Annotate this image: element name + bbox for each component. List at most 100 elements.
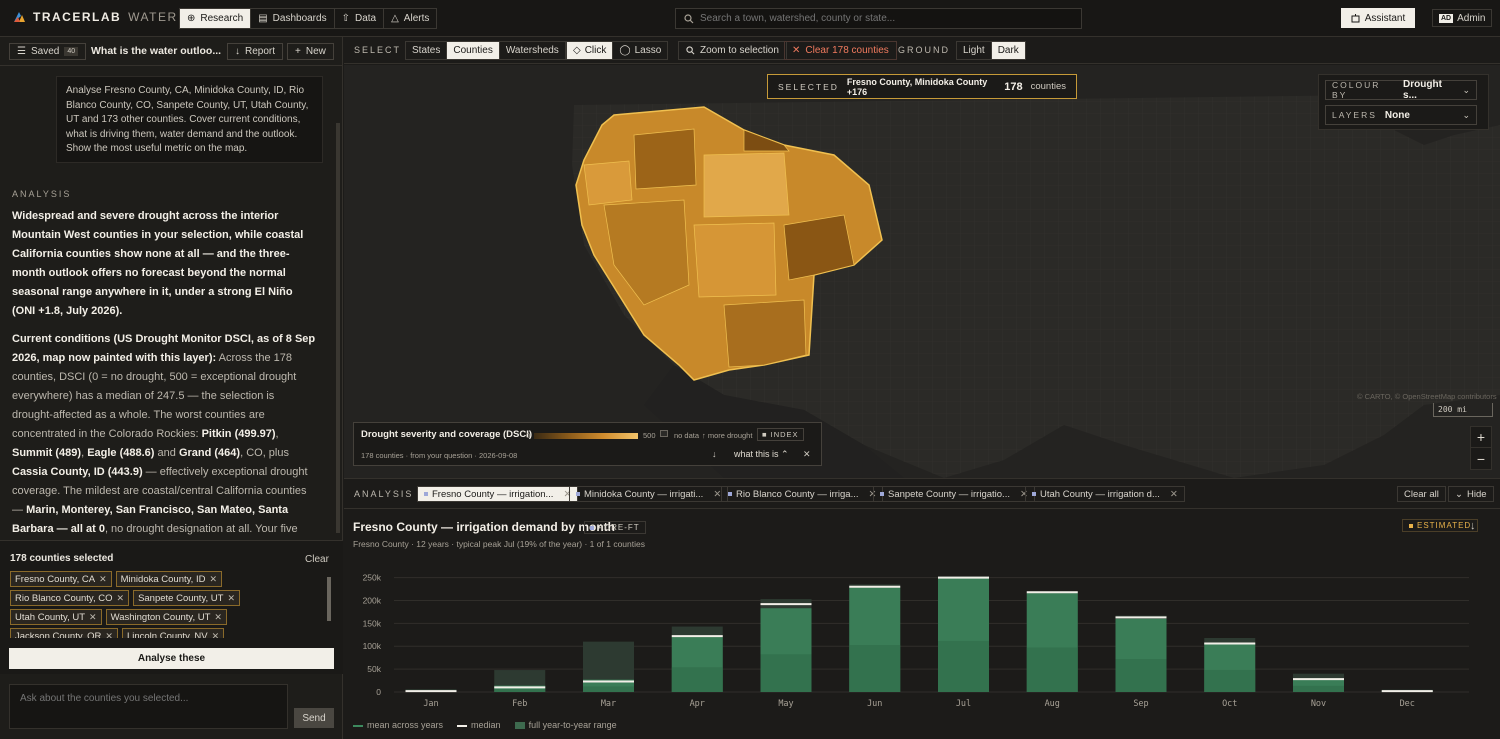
chip-label: Minidoka County, ID	[120, 573, 206, 585]
zoom-label: Zoom to selection	[700, 45, 779, 56]
county-chip[interactable]: Lincoln County, NV ✕	[121, 628, 225, 639]
clear-all-label: Clear all	[1404, 488, 1439, 500]
admin-label: Admin	[1457, 12, 1486, 24]
conversation-title[interactable]: What is the water outloo...	[91, 45, 221, 57]
chevron-down-icon: ⌄	[1455, 488, 1463, 500]
panel-scrollbar[interactable]	[336, 123, 340, 533]
nav-tab-alerts[interactable]: △ Alerts	[384, 9, 436, 28]
estimated-dot	[1409, 523, 1413, 528]
colour-by-select[interactable]: COLOUR BY Drought s... ⌄	[1325, 79, 1477, 101]
hide-button[interactable]: ⌄ Hide	[1448, 486, 1494, 502]
analysis-tab[interactable]: Utah County — irrigation d... ✕	[1025, 486, 1185, 502]
mean-bar-lower	[849, 645, 901, 692]
click-tool-button[interactable]: ◇ Click	[567, 42, 614, 59]
legend-more: ↑ more drought	[702, 431, 753, 440]
legend-index: ■ INDEX	[757, 428, 804, 441]
new-button[interactable]: + New	[287, 43, 334, 60]
saved-button[interactable]: ☰ Saved 40	[9, 43, 87, 60]
research-panel: ☰ Saved 40 What is the water outloo... ↓…	[0, 37, 343, 739]
remove-chip-icon[interactable]: ✕	[117, 593, 125, 604]
nodata-swatch	[660, 430, 668, 437]
assistant-button[interactable]: Assistant	[1341, 8, 1415, 28]
layers-select[interactable]: LAYERS None ⌄	[1325, 105, 1477, 125]
analyse-button[interactable]: Analyse these	[9, 648, 334, 669]
remove-chip-icon[interactable]: ✕	[209, 574, 217, 585]
brand-logo[interactable]: TRACERLAB WATER	[12, 10, 178, 24]
mean-bar-lower	[1115, 659, 1167, 692]
lasso-icon: ◯	[619, 45, 631, 56]
what-this-is-toggle[interactable]: what this is ⌃	[734, 449, 789, 460]
nav-tab-research[interactable]: ⊕ Research	[180, 9, 252, 28]
remove-chip-icon[interactable]: ✕	[99, 574, 107, 585]
layers-label: LAYERS	[1332, 110, 1377, 120]
estimated-badge: ESTIMATED	[1402, 519, 1479, 532]
county-chip[interactable]: Fresno County, CA ✕	[10, 571, 112, 587]
analysis-bar-label: ANALYSIS	[354, 489, 414, 499]
remove-chip-icon[interactable]: ✕	[89, 612, 97, 623]
legend-ramp	[534, 433, 638, 439]
analysis-tab[interactable]: Minidoka County — irrigati... ✕	[569, 486, 729, 502]
x-tick-label: May	[778, 699, 793, 709]
y-tick-label: 200k	[363, 595, 382, 605]
remove-chip-icon[interactable]: ✕	[212, 631, 220, 639]
select-mode-watersheds[interactable]: Watersheds	[500, 42, 565, 59]
analysis-tab-label: Sanpete County — irrigatio...	[888, 488, 1010, 500]
county-chip[interactable]: Sanpete County, UT ✕	[133, 590, 240, 606]
selected-number: 178	[1004, 80, 1023, 93]
county-chip[interactable]: Jackson County, OR ✕	[10, 628, 118, 638]
county-chip[interactable]: Rio Blanco County, CO ✕	[10, 590, 130, 606]
county-chip[interactable]: Minidoka County, ID ✕	[115, 571, 223, 587]
remove-chip-icon[interactable]: ✕	[227, 593, 235, 604]
mean-bar-lower	[938, 640, 989, 692]
clear-all-button[interactable]: Clear all	[1397, 486, 1446, 502]
legend-mean: mean across years	[353, 720, 443, 730]
zoom-out-button[interactable]: −	[1471, 448, 1491, 469]
remove-chip-icon[interactable]: ✕	[214, 612, 222, 623]
select-mode-states[interactable]: States	[406, 42, 448, 59]
zoom-in-button[interactable]: +	[1471, 427, 1491, 448]
map-attribution[interactable]: © CARTO, © OpenStreetMap contributors	[1357, 392, 1497, 401]
nav-tab-data[interactable]: ⇧ Data	[335, 9, 385, 28]
chart-legend: mean across years median full year-to-ye…	[353, 720, 617, 730]
chips-scrollbar[interactable]	[327, 577, 331, 621]
county-chip[interactable]: Washington County, UT ✕	[105, 609, 227, 625]
ground-option-dark[interactable]: Dark	[991, 42, 1025, 59]
close-tab-icon[interactable]: ✕	[1170, 489, 1178, 500]
remove-chip-icon[interactable]: ✕	[105, 631, 113, 639]
search-input[interactable]	[700, 13, 1060, 24]
legend-subtitle: 178 counties · from your question · 2026…	[361, 451, 518, 460]
ground-option-light[interactable]: Light	[957, 42, 992, 59]
close-icon[interactable]: ✕	[803, 449, 811, 460]
analysis-tab[interactable]: Rio Blanco County — irriga... ✕	[721, 486, 884, 502]
map-view[interactable]: SELECTED Fresno County, Minidoka County …	[344, 65, 1500, 478]
cursor-icon: ◇	[573, 45, 581, 56]
nav-tab-dashboards[interactable]: ▤ Dashboards	[251, 9, 335, 28]
analysis-tab[interactable]: Sanpete County — irrigatio... ✕	[873, 486, 1035, 502]
ask-input[interactable]	[9, 684, 288, 729]
arrow-down-icon[interactable]: ↓	[712, 449, 717, 459]
county-chip[interactable]: Utah County, UT ✕	[10, 609, 102, 625]
report-button[interactable]: ↓ Report	[227, 43, 284, 60]
clear-counties-button[interactable]: ✕ Clear 178 counties	[784, 41, 897, 60]
map-toolbar: SELECT States Counties Watersheds ◇ Click ◯…	[344, 37, 1500, 64]
select-label: SELECT	[354, 45, 402, 55]
plus-icon: +	[295, 46, 301, 57]
x-tick-label: Jun	[867, 699, 882, 709]
download-icon[interactable]: ↓	[1470, 520, 1476, 532]
zoom-to-selection-button[interactable]: Zoom to selection	[678, 41, 787, 60]
send-button[interactable]: Send	[294, 708, 334, 728]
location-search[interactable]	[675, 8, 1082, 29]
x-tick-label: Jul	[956, 699, 971, 709]
y-tick-label: 0	[376, 687, 381, 697]
saved-label: Saved	[30, 46, 60, 57]
clear-selection-button[interactable]: Clear	[305, 554, 329, 565]
admin-button[interactable]: AD Admin	[1432, 9, 1493, 27]
legend-median: median	[457, 720, 501, 730]
select-mode-counties[interactable]: Counties	[447, 42, 500, 59]
x-tick-label: Dec	[1400, 699, 1415, 709]
lasso-tool-button[interactable]: ◯ Lasso	[613, 42, 667, 59]
chip-label: Fresno County, CA	[15, 573, 96, 585]
select-tool-group: ◇ Click ◯ Lasso	[566, 41, 669, 60]
chip-label: Washington County, UT	[110, 611, 211, 623]
analysis-tab[interactable]: Fresno County — irrigation... ✕	[417, 486, 579, 502]
